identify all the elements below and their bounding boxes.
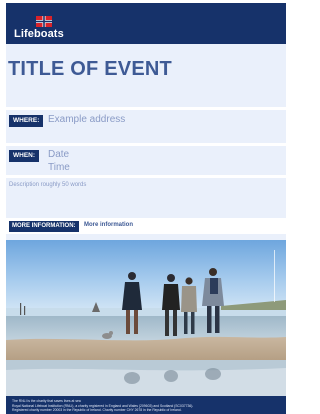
where-value: Example address [48, 114, 126, 125]
time-value: Time [48, 162, 70, 173]
more-info-value: More information [84, 222, 133, 228]
header-bar: Lifeboats [6, 3, 286, 44]
description-text: Description roughly 50 words [9, 182, 87, 188]
event-poster: Lifeboats TITLE OF EVENT WHERE: Example … [0, 0, 286, 414]
more-info-label: MORE INFORMATION: [9, 221, 79, 232]
logo-text: Lifeboats [14, 28, 64, 40]
beach-photo [6, 240, 286, 396]
divider [6, 175, 286, 178]
divider [6, 107, 286, 110]
photo-credit [274, 250, 275, 302]
footer-charity-line: Registered charity number 20003 in the R… [12, 408, 182, 412]
beach-scene-image [6, 240, 286, 396]
footer-tagline: The RNLI is the charity that saves lives… [12, 399, 81, 403]
date-value: Date [48, 149, 70, 160]
event-title: TITLE OF EVENT [8, 58, 172, 80]
divider [6, 143, 286, 146]
where-label: WHERE: [9, 115, 44, 127]
when-label: WHEN: [9, 150, 40, 162]
footer-bar: The RNLI is the charity that saves lives… [6, 396, 286, 414]
rnli-flag-icon [36, 16, 52, 27]
